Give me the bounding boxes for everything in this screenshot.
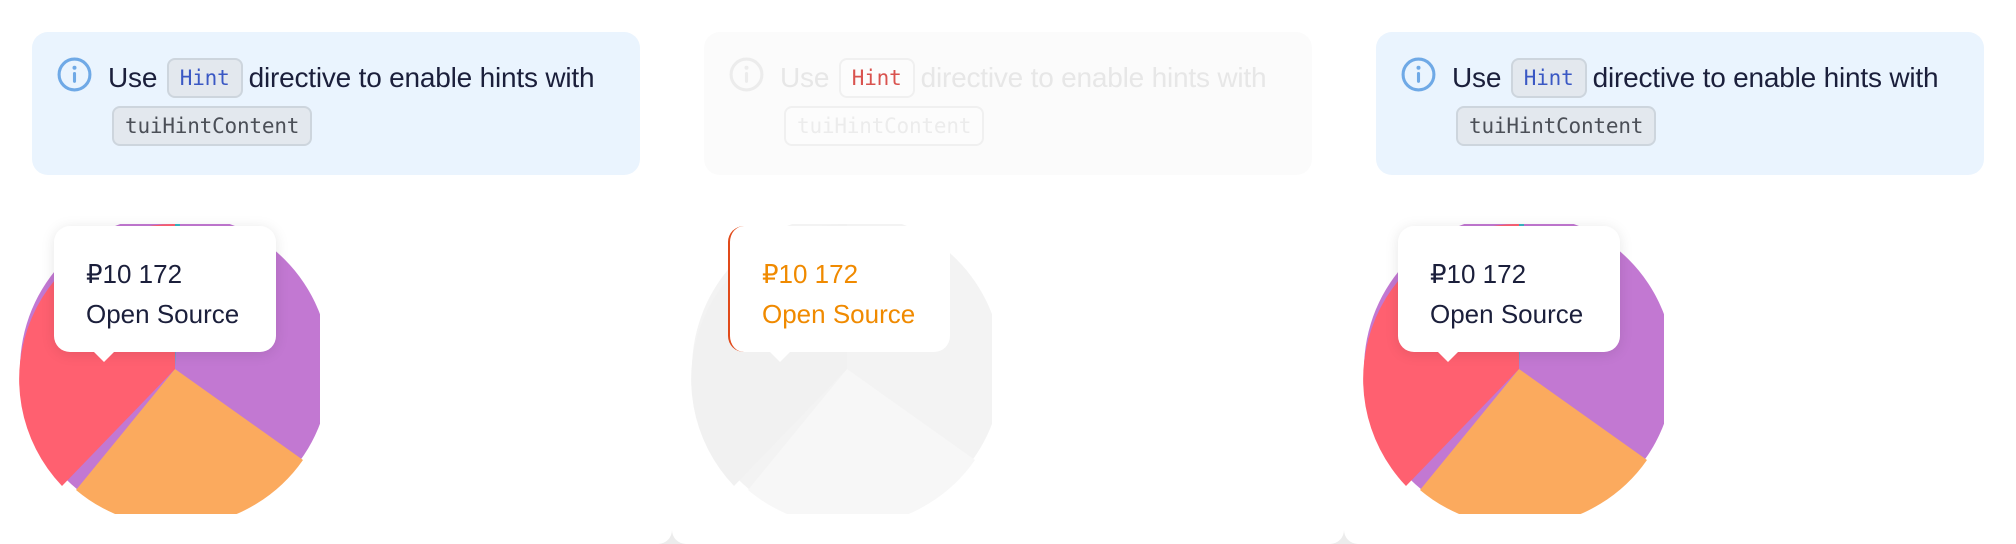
hint-notice: Use Hint directive to enable hints with t… bbox=[1376, 32, 1984, 175]
notice-use: Use bbox=[1452, 62, 1502, 93]
hint-content-code-chip: tuiHintContent bbox=[784, 106, 985, 146]
demo-panel-1: Use Hint directive to enable hints with t… bbox=[0, 0, 672, 544]
hint-tooltip: ₽10 172 Open Source bbox=[728, 226, 950, 362]
info-circle-icon bbox=[729, 57, 764, 92]
tooltip-amount: ₽10 172 bbox=[1430, 259, 1527, 289]
hint-tooltip: ₽10 172 Open Source bbox=[1398, 226, 1620, 362]
demo-panel-3: Use Hint directive to enable hints with t… bbox=[1344, 0, 2016, 544]
hint-code-chip: Hint bbox=[166, 58, 243, 98]
tooltip-amount: ₽10 172 bbox=[762, 259, 859, 289]
demo-panel-2: Use Hint directive to enable hints with t… bbox=[672, 0, 1344, 544]
notice-text: Use Hint directive to enable hints with t… bbox=[780, 54, 1288, 150]
tooltip-label: Open Source bbox=[762, 299, 916, 329]
info-circle-icon bbox=[57, 57, 92, 92]
hint-notice: Use Hint directive to enable hints with t… bbox=[32, 32, 640, 175]
tooltip-label: Open Source bbox=[86, 299, 240, 329]
notice-middle: directive to enable hints with bbox=[248, 62, 595, 93]
hint-code-chip: Hint bbox=[838, 58, 915, 98]
notice-middle: directive to enable hints with bbox=[1592, 62, 1939, 93]
notice-middle: directive to enable hints with bbox=[920, 62, 1267, 93]
hint-tooltip: ₽10 172 Open Source bbox=[54, 226, 276, 362]
notice-use: Use bbox=[780, 62, 830, 93]
hint-content-code-chip: tuiHintContent bbox=[112, 106, 313, 146]
info-circle-icon bbox=[1401, 57, 1436, 92]
hint-code-chip: Hint bbox=[1510, 58, 1587, 98]
tooltip-label: Open Source bbox=[1430, 299, 1584, 329]
hint-notice: Use Hint directive to enable hints with t… bbox=[704, 32, 1312, 175]
notice-text: Use Hint directive to enable hints with t… bbox=[1452, 54, 1960, 150]
notice-text: Use Hint directive to enable hints with t… bbox=[108, 54, 616, 150]
hint-content-code-chip: tuiHintContent bbox=[1456, 106, 1657, 146]
tooltip-amount: ₽10 172 bbox=[86, 259, 183, 289]
notice-use: Use bbox=[108, 62, 158, 93]
